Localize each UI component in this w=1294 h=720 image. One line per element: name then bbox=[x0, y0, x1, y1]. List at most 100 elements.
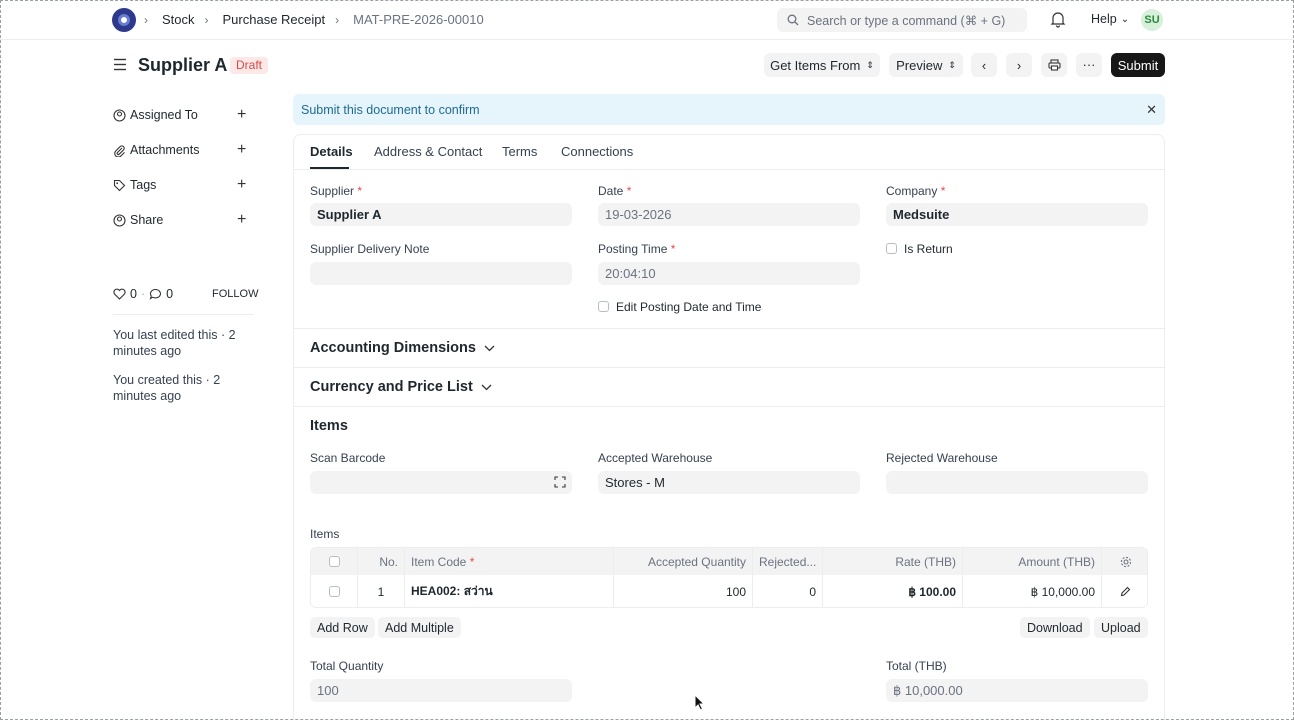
scan-icon[interactable] bbox=[554, 476, 566, 488]
search-placeholder: Search or type a command (⌘ + G) bbox=[807, 13, 1006, 28]
add-row-button[interactable]: Add Row bbox=[310, 617, 375, 638]
section-divider bbox=[294, 328, 1164, 329]
edit-posting-label: Edit Posting Date and Time bbox=[616, 300, 762, 314]
select-all-checkbox[interactable] bbox=[328, 556, 340, 567]
created-text: You created this · 2 minutes ago bbox=[113, 373, 221, 403]
row-accepted-qty[interactable]: 100 bbox=[614, 575, 753, 607]
more-button[interactable]: ··· bbox=[1076, 53, 1102, 77]
header-checkbox-cell bbox=[311, 548, 358, 575]
sidebar-item-label: Assigned To bbox=[130, 108, 198, 122]
tab-address-contact[interactable]: Address & Contact bbox=[374, 144, 482, 159]
posting-time-label: Posting Time * bbox=[598, 242, 676, 256]
row-rate[interactable]: ฿ 100.00 bbox=[823, 575, 963, 607]
add-assignee-icon[interactable]: + bbox=[237, 106, 246, 124]
app-logo[interactable] bbox=[112, 8, 136, 32]
scan-barcode-label: Scan Barcode bbox=[310, 451, 386, 465]
sidebar-toggle-icon[interactable] bbox=[113, 58, 127, 74]
next-button[interactable]: › bbox=[1006, 53, 1032, 77]
sidebar-item-share[interactable]: Share bbox=[113, 213, 163, 227]
active-tab-indicator bbox=[310, 167, 349, 169]
help-label: Help bbox=[1091, 12, 1117, 26]
pencil-icon bbox=[1120, 586, 1131, 597]
section-accounting-dimensions[interactable]: Accounting Dimensions bbox=[310, 340, 495, 356]
share-icon bbox=[113, 213, 126, 227]
avatar[interactable]: SU bbox=[1141, 9, 1163, 31]
add-tag-icon[interactable]: + bbox=[237, 176, 246, 194]
print-button[interactable] bbox=[1041, 53, 1067, 77]
breadcrumb-document[interactable]: MAT-PRE-2026-00010 bbox=[353, 12, 484, 27]
sidebar-item-attachments[interactable]: Attachments bbox=[113, 143, 199, 157]
dot-separator: · bbox=[140, 287, 146, 301]
top-navbar: › Stock › Purchase Receipt › MAT-PRE-202… bbox=[0, 0, 1294, 40]
download-button[interactable]: Download bbox=[1020, 617, 1090, 638]
previous-button[interactable]: ‹ bbox=[971, 53, 997, 77]
add-share-icon[interactable]: + bbox=[237, 211, 246, 229]
sidebar-item-tags[interactable]: Tags bbox=[113, 178, 156, 192]
preview-button[interactable]: Preview ⇕ bbox=[889, 53, 963, 77]
total-field: ฿ 10,000.00 bbox=[886, 679, 1148, 702]
date-field[interactable]: 19-03-2026 bbox=[598, 203, 860, 226]
page-title: Supplier A bbox=[138, 55, 228, 75]
section-currency-price-list[interactable]: Currency and Price List bbox=[310, 379, 492, 395]
accepted-warehouse-field[interactable]: Stores - M bbox=[598, 471, 860, 494]
supplier-delivery-note-field[interactable] bbox=[310, 262, 572, 285]
section-divider bbox=[294, 406, 1164, 407]
section-title: Accounting Dimensions bbox=[310, 340, 476, 356]
breadcrumb-purchase-receipt[interactable]: Purchase Receipt bbox=[223, 12, 326, 27]
add-multiple-button[interactable]: Add Multiple bbox=[378, 617, 461, 638]
row-amount: ฿ 10,000.00 bbox=[963, 575, 1102, 607]
rejected-warehouse-field[interactable] bbox=[886, 471, 1148, 494]
heart-icon[interactable] bbox=[113, 288, 126, 300]
total-label: Total (THB) bbox=[886, 659, 947, 673]
table-header: No. Item Code * Accepted Quantity Reject… bbox=[311, 548, 1147, 575]
column-header-rate: Rate (THB) bbox=[823, 548, 963, 575]
posting-time-field[interactable]: 20:04:10 bbox=[598, 262, 860, 285]
is-return-checkbox[interactable] bbox=[886, 243, 897, 254]
section-items: Items bbox=[310, 418, 348, 434]
tab-details[interactable]: Details bbox=[310, 144, 353, 159]
submit-button[interactable]: Submit bbox=[1111, 53, 1165, 77]
get-items-from-label: Get Items From bbox=[770, 57, 861, 73]
total-quantity-label: Total Quantity bbox=[310, 659, 384, 673]
help-menu[interactable]: Help ⌄ bbox=[1091, 12, 1129, 26]
row-rejected-qty[interactable]: 0 bbox=[753, 575, 823, 607]
row-checkbox-cell bbox=[311, 575, 358, 607]
bell-icon[interactable] bbox=[1050, 11, 1066, 31]
last-edited-text: You last edited this · 2 minutes ago bbox=[113, 328, 236, 358]
column-header-amount: Amount (THB) bbox=[963, 548, 1102, 575]
supplier-field[interactable]: Supplier A bbox=[310, 203, 572, 226]
add-attachment-icon[interactable]: + bbox=[237, 141, 246, 159]
scan-barcode-field[interactable] bbox=[310, 471, 572, 494]
table-row[interactable]: 1 HEA002: สว่าน 100 0 ฿ 100.00 ฿ 10,000.… bbox=[311, 575, 1147, 607]
tab-terms[interactable]: Terms bbox=[502, 144, 537, 159]
supplier-delivery-note-label: Supplier Delivery Note bbox=[310, 242, 430, 256]
chevron-right-icon: › bbox=[204, 12, 209, 27]
search-input[interactable]: Search or type a command (⌘ + G) bbox=[777, 8, 1027, 32]
company-field[interactable]: Medsuite bbox=[886, 203, 1148, 226]
row-checkbox[interactable] bbox=[328, 586, 340, 597]
date-label: Date * bbox=[598, 184, 632, 198]
sidebar-item-assigned-to[interactable]: Assigned To bbox=[113, 108, 198, 122]
row-item-code[interactable]: HEA002: สว่าน bbox=[405, 575, 614, 607]
items-table-label: Items bbox=[310, 527, 340, 541]
search-icon bbox=[787, 14, 799, 26]
chevron-updown-icon: ⇕ bbox=[866, 59, 874, 70]
edit-posting-checkbox[interactable] bbox=[598, 301, 609, 312]
row-edit[interactable] bbox=[1102, 575, 1147, 607]
get-items-from-button[interactable]: Get Items From ⇕ bbox=[764, 53, 880, 77]
section-title: Currency and Price List bbox=[310, 379, 473, 395]
like-count: 0 bbox=[130, 287, 137, 301]
column-header-accepted-qty: Accepted Quantity bbox=[614, 548, 753, 575]
status-badge: Draft bbox=[230, 57, 269, 74]
submit-alert: Submit this document to confirm ✕ bbox=[293, 94, 1165, 125]
column-header-item-code: Item Code * bbox=[405, 548, 614, 575]
column-header-rejected: Rejected... bbox=[753, 548, 823, 575]
follow-button[interactable]: FOLLOW bbox=[212, 288, 258, 300]
breadcrumb-stock[interactable]: Stock bbox=[162, 12, 195, 27]
upload-button[interactable]: Upload bbox=[1094, 617, 1148, 638]
comment-icon[interactable] bbox=[149, 288, 162, 300]
close-icon[interactable]: ✕ bbox=[1146, 102, 1157, 118]
tab-connections[interactable]: Connections bbox=[561, 144, 633, 159]
column-settings[interactable] bbox=[1102, 548, 1147, 575]
chevron-updown-icon: ⇕ bbox=[948, 59, 956, 70]
